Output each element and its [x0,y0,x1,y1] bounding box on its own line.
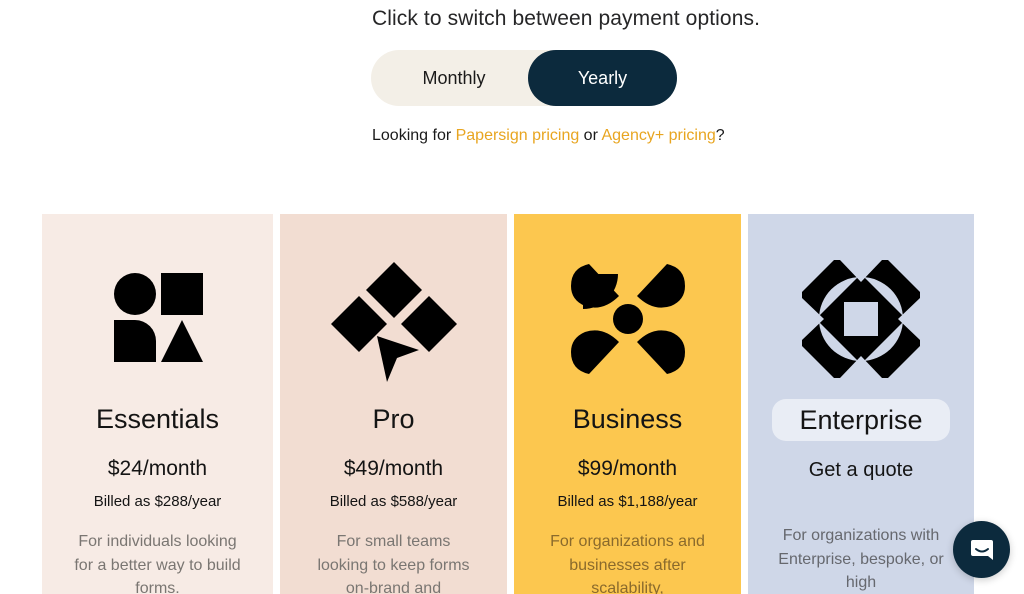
plan-card-essentials: Essentials $24/month Billed as $288/year… [42,214,273,594]
plan-billed: Billed as $288/year [93,493,222,510]
plan-quote: Get a quote [808,459,914,481]
plan-name: Enterprise [772,399,950,441]
payment-toggle-prompt: Click to switch between payment options. [372,7,761,30]
octagon-frame-icon [802,260,920,378]
agency-pricing-link[interactable]: Agency+ pricing [601,127,715,144]
plan-card-pro: Pro $49/month Billed as $588/year For sm… [280,214,507,594]
plan-description: For small teams looking to keep forms on… [317,533,470,594]
plan-price: $24/month [107,457,208,480]
plan-description: For organizations with Enterprise, bespo… [778,527,944,591]
yearly-option[interactable]: Yearly [528,50,677,106]
chat-launcher-button[interactable] [953,521,1010,578]
plan-billed: Billed as $1,188/year [557,493,698,510]
looking-suffix: ? [715,127,725,144]
shapes-icon [113,273,203,362]
plan-description: For organizations and businesses after s… [550,533,705,594]
chat-bubble-icon [970,539,993,560]
plan-billed: Billed as $588/year [329,493,458,510]
other-pricing-text: Looking for Papersign pricing or Agency+… [372,127,725,145]
monthly-option[interactable]: Monthly [371,50,537,106]
papersign-pricing-link[interactable]: Papersign pricing [456,127,580,144]
diamonds-pointer-icon [330,262,457,382]
plan-description: For individuals looking for a better way… [74,533,241,594]
plan-name: Pro [372,404,415,434]
plan-card-business: Business $99/month Billed as $1,188/year… [514,214,741,594]
flower-icon [570,264,685,374]
plan-name: Essentials [95,404,220,434]
plan-name: Business [572,404,683,434]
billing-toggle[interactable]: Monthly Yearly [371,50,677,106]
looking-middle: or [579,127,602,144]
plan-card-enterprise: Enterprise Get a quote For organizations… [748,214,974,594]
plan-price: $49/month [343,457,444,480]
plan-price: $99/month [577,457,678,480]
looking-prefix: Looking for [372,127,456,144]
